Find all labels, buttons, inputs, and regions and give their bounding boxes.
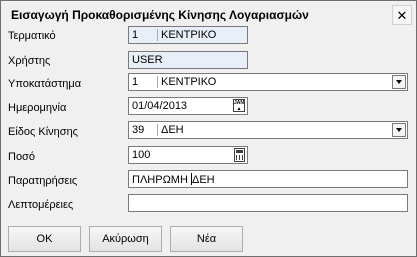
user-value: USER <box>132 54 163 66</box>
movement-type-select[interactable]: 39 ΔΕΗ <box>128 121 408 139</box>
user-label: Χρήστης <box>8 55 51 67</box>
close-icon: ✕ <box>396 7 408 23</box>
amount-value: 100 <box>132 149 151 161</box>
ok-button[interactable]: ΟΚ <box>8 226 81 252</box>
window-title: Εισαγωγή Προκαθορισμένης Κίνησης Λογαρια… <box>11 8 309 22</box>
branch-code: 1 <box>132 76 139 88</box>
branch-dropdown-button[interactable] <box>392 75 406 89</box>
terminal-name: ΚΕΝΤΡΙΚΟ <box>161 29 217 41</box>
chevron-down-icon <box>396 80 402 84</box>
cancel-button[interactable]: Ακύρωση <box>89 226 162 252</box>
date-value: 01/04/2013 <box>132 100 188 112</box>
terminal-label: Τερματικό <box>8 30 56 42</box>
details-label: Λεπτομέρειες <box>8 199 74 211</box>
terminal-code: 1 <box>132 29 139 41</box>
close-button[interactable]: ✕ <box>392 5 412 25</box>
amount-label: Ποσό <box>8 151 35 163</box>
field-separator <box>157 76 158 88</box>
chevron-down-icon <box>396 128 402 132</box>
calculator-icon[interactable] <box>234 148 245 162</box>
date-label: Ημερομηνία <box>8 102 67 114</box>
new-button[interactable]: Νέα <box>170 226 243 252</box>
movement-type-dropdown-button[interactable] <box>392 123 406 137</box>
movement-type-name: ΔΕΗ <box>161 124 184 136</box>
calendar-icon[interactable]: JAN ▲ <box>233 99 245 112</box>
date-field[interactable]: 01/04/2013 JAN ▲ <box>128 97 248 115</box>
movement-type-label: Είδος Κίνησης <box>8 126 78 138</box>
field-separator <box>157 124 158 136</box>
user-field: USER <box>128 51 248 69</box>
field-separator <box>157 29 158 41</box>
remarks-label: Παρατηρήσεις <box>8 175 78 187</box>
dialog-window: Εισαγωγή Προκαθορισμένης Κίνησης Λογαρια… <box>0 0 417 257</box>
terminal-field: 1 ΚΕΝΤΡΙΚΟ <box>128 26 248 44</box>
amount-field[interactable]: 100 <box>128 146 248 164</box>
remarks-value: ΠΛΗΡΩΜΗ ΔΕΗ <box>132 173 215 186</box>
branch-label: Υποκατάστημα <box>8 78 82 90</box>
movement-type-code: 39 <box>132 124 145 136</box>
branch-name: ΚΕΝΤΡΙΚΟ <box>161 76 217 88</box>
details-input[interactable] <box>128 194 408 212</box>
remarks-input[interactable]: ΠΛΗΡΩΜΗ ΔΕΗ <box>128 170 408 188</box>
branch-select[interactable]: 1 ΚΕΝΤΡΙΚΟ <box>128 73 408 91</box>
